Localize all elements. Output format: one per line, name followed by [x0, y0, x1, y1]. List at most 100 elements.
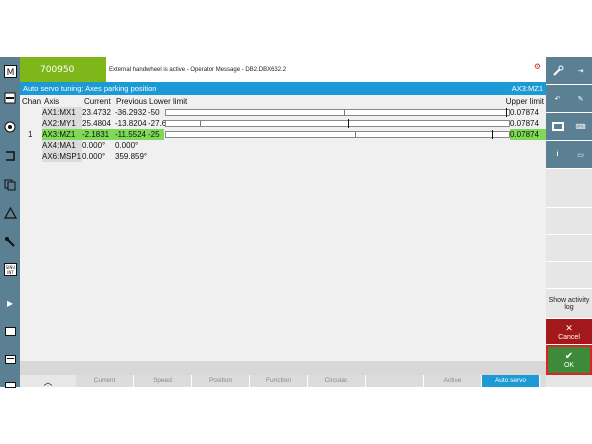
lower-limit-cell: -25 [148, 129, 164, 140]
header-axis: Axis [44, 97, 60, 106]
channel-cell [28, 151, 40, 162]
channel-cell [28, 140, 40, 151]
screen-title-bar: Auto servo tuning: Axes parking position… [20, 82, 546, 95]
left-operating-area-bar: M SINU INT ▸ [0, 57, 20, 388]
previous-value-cell: -11.5524 [115, 129, 148, 140]
cancel-icon: ✕ [565, 322, 573, 333]
pen-icon[interactable]: ✎ [569, 85, 592, 113]
softkey-empty-3[interactable] [546, 235, 592, 262]
channel-cell [28, 118, 40, 129]
keyboard-icon[interactable]: ⌨ [569, 113, 592, 141]
program-manager-icon[interactable] [0, 143, 20, 168]
alarm-number[interactable]: 700950 [20, 57, 106, 82]
table-row[interactable]: AX2:MY1 25.4804 -13.8204 -27.638 0.07874 [20, 118, 546, 129]
ok-label: OK [563, 362, 575, 369]
check-icon: ✔ [564, 351, 574, 362]
axis-name-cell: AX3:MZ1 [42, 129, 82, 140]
header-previous: Previous [116, 97, 148, 106]
bottom-tab[interactable]: Auto servo [482, 375, 540, 387]
slider-marker [344, 110, 345, 115]
bottom-tab[interactable] [366, 375, 424, 387]
bottom-tab[interactable]: Function [250, 375, 308, 387]
diagnostics-icon[interactable] [0, 200, 20, 225]
bottom-softkey-bar: Current Speed Position Function Circular. Act… [20, 375, 546, 387]
header-chan: Chan [22, 97, 42, 106]
axis-name-cell: AX4:MA1 [42, 140, 82, 151]
position-slider[interactable] [165, 119, 510, 128]
axis-name-cell: AX6:MSP1 [42, 151, 82, 162]
header-current: Current [84, 97, 111, 106]
cancel-label: Cancel [558, 333, 580, 341]
selected-axis: AX3:MZ1 [511, 84, 543, 93]
table-row[interactable]: AX1:MX1 23.4732 -36.2932 -50 0.07874 [20, 107, 546, 118]
axis-name-cell: AX2:MY1 [42, 118, 82, 129]
bottom-tab[interactable]: Position [192, 375, 250, 387]
handwheel-icon: ⚙ [533, 62, 541, 71]
table-row[interactable]: AX4:MA1 0.000° 0.000° [20, 140, 546, 151]
previous-value-cell: -36.2932 [115, 108, 147, 117]
bottom-tab[interactable]: Circular. [308, 375, 366, 387]
lower-limit-cell [148, 151, 164, 162]
sinumerik-icon[interactable]: SINU INT [0, 257, 20, 282]
axis-name-cell: AX1:MX1 [42, 107, 82, 118]
channel-cell: 1 [28, 130, 33, 139]
previous-value-cell: 359.859° [115, 152, 148, 161]
operator-message-text: External handwheel is active - Operator … [109, 66, 287, 73]
window-icon[interactable] [0, 319, 20, 344]
hmi-frame: M SINU INT ▸ 700950 External handwheel i… [0, 57, 592, 388]
offset-icon[interactable] [0, 114, 20, 139]
upper-limit-cell: 0.07874 [510, 118, 546, 129]
copy-icon[interactable] [0, 172, 20, 197]
table-row[interactable]: AX6:MSP1 0.000° 359.859° [20, 151, 546, 162]
position-slider[interactable] [165, 108, 510, 117]
current-value-cell: -2.1831 [82, 129, 115, 140]
previous-value-cell: -13.8204 [115, 119, 147, 128]
upper-limit-cell [510, 151, 546, 162]
slider-marker [492, 130, 493, 139]
bottom-tab[interactable]: Speed [134, 375, 192, 387]
screen-title: Auto servo tuning: Axes parking position [23, 84, 157, 93]
position-slider[interactable] [165, 130, 510, 139]
jog-icon[interactable]: ⇥ [569, 57, 592, 85]
upper-limit-cell: 0.07874 [510, 129, 546, 140]
header-upper-limit: Upper limit [505, 97, 544, 106]
bottom-tab[interactable]: Current [76, 375, 134, 387]
current-value-cell: 0.000° [82, 152, 106, 161]
wrench-icon[interactable] [546, 57, 569, 85]
slider-marker [506, 108, 507, 117]
slider-marker [348, 119, 349, 128]
slider-marker [200, 121, 201, 126]
screen-icon[interactable]: ▭ [569, 141, 592, 169]
lower-limit-cell [148, 140, 164, 151]
current-value-cell: 25.4804 [82, 119, 111, 128]
current-value-cell: 0.000° [82, 141, 106, 150]
operator-message: External handwheel is active - Operator … [106, 57, 546, 82]
ok-button[interactable]: ✔ OK [546, 345, 592, 375]
softkey-empty-2[interactable] [546, 208, 592, 235]
expand-right-icon[interactable]: ▸ [0, 290, 20, 315]
window-small-icon[interactable] [0, 372, 20, 397]
channel-cell [28, 107, 40, 118]
upper-limit-cell: 0.07874 [510, 107, 546, 118]
lower-limit-cell: -50 [148, 108, 160, 117]
machine-area-icon[interactable]: M [0, 59, 20, 84]
info-icon[interactable]: i [546, 141, 569, 169]
right-softkey-bar: ⇥ ↶ ✎ ⌨ i ▭ Show activity log ✕ Cancel ✔… [546, 57, 592, 387]
cancel-button[interactable]: ✕ Cancel [546, 319, 592, 345]
chevron-up-icon[interactable]: ︿ [20, 375, 76, 388]
monitor-icon[interactable] [546, 113, 569, 141]
upper-limit-cell [510, 140, 546, 151]
bottom-tab[interactable]: Active [424, 375, 482, 387]
show-activity-log-button[interactable]: Show activity log [546, 289, 592, 319]
window-list-icon[interactable] [0, 347, 20, 372]
previous-value-cell: 0.000° [115, 141, 139, 150]
status-strip [20, 361, 546, 375]
program-icon[interactable] [0, 85, 20, 110]
softkey-empty-1[interactable] [546, 181, 592, 208]
softkey-empty-4[interactable] [546, 262, 592, 289]
header-lower-limit: Lower limit [149, 97, 188, 106]
setup-icon[interactable] [0, 229, 20, 254]
undo-icon[interactable]: ↶ [546, 85, 569, 113]
svg-text:M: M [6, 68, 14, 78]
table-row[interactable]: 1 AX3:MZ1 -2.1831 -11.5524 -25 0.07874 [20, 129, 546, 140]
